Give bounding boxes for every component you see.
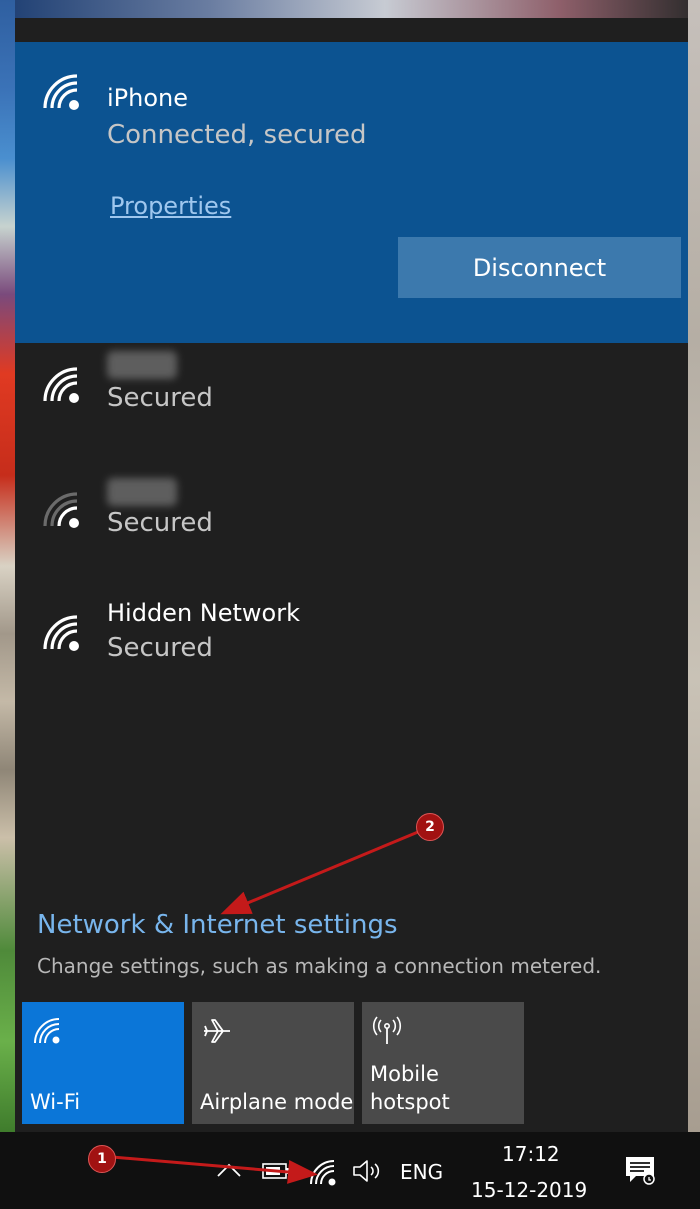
show-hidden-icons-chevron-icon[interactable]	[216, 1162, 242, 1178]
blurred-network-name	[107, 351, 177, 379]
tile-label: Mobile hotspot	[370, 1062, 450, 1114]
desktop-wallpaper-right	[688, 0, 700, 1132]
battery-icon[interactable]	[262, 1162, 290, 1180]
action-center-icon[interactable]	[624, 1154, 656, 1186]
connected-network-panel[interactable]: iPhone Connected, secured Properties Dis…	[15, 42, 688, 343]
desktop-wallpaper-top	[0, 0, 700, 18]
connected-network-status: Connected, secured	[107, 120, 367, 150]
clock-time[interactable]: 17:12	[502, 1142, 560, 1166]
network-list-item[interactable]: Secured	[15, 468, 688, 578]
network-list-item[interactable]: Secured	[15, 343, 688, 453]
blurred-network-name	[107, 478, 177, 506]
wifi-weak-signal-icon	[43, 492, 79, 528]
network-name: Hidden Network	[107, 599, 300, 627]
wifi-signal-icon	[43, 615, 79, 651]
settings-description: Change settings, such as making a connec…	[37, 954, 602, 978]
hotspot-icon	[372, 1016, 402, 1044]
tile-label: Airplane mode	[200, 1090, 354, 1114]
annotation-marker-1: 1	[88, 1145, 116, 1173]
language-indicator[interactable]: ENG	[400, 1160, 443, 1184]
network-flyout: iPhone Connected, secured Properties Dis…	[15, 18, 688, 1132]
wifi-toggle-tile[interactable]: Wi-Fi	[22, 1002, 184, 1124]
wifi-tray-icon[interactable]	[308, 1158, 338, 1186]
clock-date[interactable]: 15-12-2019	[471, 1178, 587, 1202]
network-status: Secured	[107, 633, 213, 663]
tile-label: Wi-Fi	[30, 1090, 81, 1114]
network-list-item[interactable]: Hidden Network Secured	[15, 591, 688, 701]
volume-icon[interactable]	[352, 1158, 382, 1184]
network-internet-settings-link[interactable]: Network & Internet settings	[37, 910, 398, 940]
wifi-signal-icon	[43, 74, 79, 110]
wifi-signal-icon	[43, 367, 79, 403]
annotation-marker-2: 2	[416, 813, 444, 841]
mobile-hotspot-tile[interactable]: Mobile hotspot	[362, 1002, 524, 1124]
properties-link[interactable]: Properties	[110, 192, 231, 220]
network-status: Secured	[107, 508, 213, 538]
desktop-wallpaper-left	[0, 0, 15, 1132]
airplane-mode-tile[interactable]: Airplane mode	[192, 1002, 354, 1124]
connected-network-name: iPhone	[107, 84, 189, 112]
airplane-icon	[204, 1019, 230, 1043]
disconnect-button[interactable]: Disconnect	[398, 237, 681, 298]
wifi-icon	[34, 1018, 60, 1044]
network-status: Secured	[107, 383, 213, 413]
